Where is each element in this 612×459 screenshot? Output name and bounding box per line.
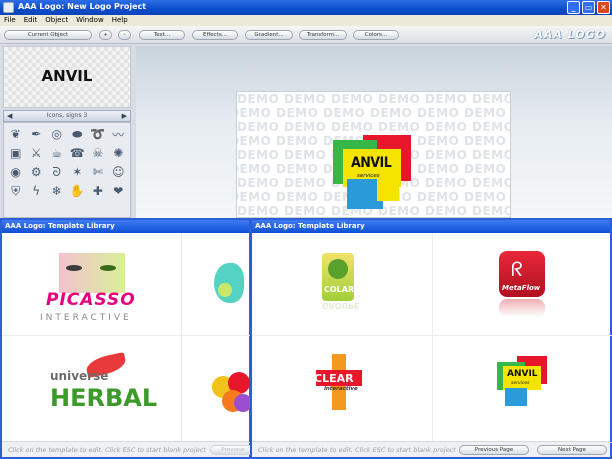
picasso-left-eye [66,265,82,271]
icon-gallery: ❦ ✒ ◎ ⬬ ➰ 〰 ▣ ⚔ ☕ ☎ ☠ ✺ ◉ ⚙ ᘐ ✶ ✄ ☺ ⛨ ϟ … [3,122,131,218]
anvil-name: ANVIL [507,369,538,379]
logo-subtitle: services [357,173,380,179]
dialog-footer: Click on the template to edit. Click ESC… [2,441,256,457]
colart-hand-icon [328,259,348,279]
gallery-shield-icon[interactable]: ⛨ [6,182,26,200]
next-page-button[interactable]: Next Page [537,445,607,455]
dialog-footer: Click on the template to edit. Click ESC… [252,441,610,457]
gallery-ring-icon[interactable]: ◎ [47,125,67,143]
menu-help[interactable]: Help [112,15,128,26]
icon-category-label: Icons, signs 3 [46,112,88,119]
remove-object-button[interactable]: - [118,30,131,40]
demo-watermark-row: DEMO DEMO DEMO DEMO DEMO DEMO [237,106,507,120]
menu-file[interactable]: File [4,15,16,26]
gallery-cross-icon[interactable]: ✚ [88,182,108,200]
gallery-wheel-icon[interactable]: ✺ [109,144,129,162]
add-object-button[interactable]: + [99,30,112,40]
maximize-icon[interactable]: ▭ [582,1,595,14]
logo-yellow-corner [377,179,399,201]
metaflow-figure-icon: ᖇ [511,257,523,281]
object-preview: ANVIL [3,46,131,108]
demo-watermark-row: DEMO DEMO DEMO DEMO DEMO DEMO [237,92,511,106]
template-library-dialog-back: AAA Logo: Template Library PICASSO INTER… [0,218,256,459]
picasso-sub: INTERACTIVE [40,313,132,323]
gallery-swirl-icon[interactable]: ➰ [88,125,108,143]
menu-window[interactable]: Window [76,15,104,26]
gallery-scissors-icon[interactable]: ✄ [88,163,108,181]
dialog-hint: Click on the template to edit. Click ESC… [8,446,206,454]
menu-bar: File Edit Object Window Help [0,15,612,26]
picasso-face-graphic [59,253,125,293]
gallery-bolt-icon[interactable]: ϟ [27,182,47,200]
colart-name: COLART [324,285,360,294]
template-colart[interactable]: COLART GROUPE [252,233,433,336]
picasso-name: PICASSO [46,290,136,310]
gallery-sword-icon[interactable]: ⚔ [27,144,47,162]
gallery-heart-icon[interactable]: ❤ [109,182,129,200]
window-title: AAA Logo: New Logo Project [18,2,147,11]
app-icon [3,2,14,13]
toolbar: Current Object + - Text... Effects... Gr… [0,26,612,44]
template-hand[interactable] [182,233,253,336]
current-object-button[interactable]: Current Object [4,30,92,40]
icon-category-selector[interactable]: ◀ Icons, signs 3 ▶ [3,110,131,122]
gallery-leaf-icon[interactable]: ❦ [6,125,26,143]
gallery-wave-icon[interactable]: 〰 [109,125,129,143]
effects-button[interactable]: Effects... [192,30,238,40]
menu-object[interactable]: Object [45,15,68,26]
previous-page-button[interactable]: Previous Page [459,445,529,455]
text-button[interactable]: Text... [139,30,185,40]
template-flower[interactable] [182,336,253,443]
template-anvil[interactable]: ANVIL services [433,336,612,443]
anvil-blue-square [505,388,527,406]
gallery-gear-icon[interactable]: ⚙ [27,163,47,181]
metaflow-reflection [499,299,545,317]
gallery-spiral-icon[interactable]: ᘐ [47,163,67,181]
logo-word: ANVIL [351,155,392,171]
gallery-pen-icon[interactable]: ✒ [27,125,47,143]
dialog-title: AAA Logo: Template Library [252,220,610,233]
category-next-icon[interactable]: ▶ [122,112,127,120]
brand-logo: AAA LOGO [534,28,606,41]
gallery-phone-icon[interactable]: ☎ [68,144,88,162]
clear-sub: interactive [324,386,358,392]
transform-button[interactable]: Transform... [299,30,347,40]
template-picasso[interactable]: PICASSO INTERACTIVE [2,233,182,336]
gallery-car-icon[interactable]: ▣ [6,144,26,162]
gallery-fish-icon[interactable]: ◉ [6,163,26,181]
gallery-skull-icon[interactable]: ☠ [88,144,108,162]
hand-graphic [214,263,244,303]
dialog-title: AAA Logo: Template Library [2,220,249,233]
colors-button[interactable]: Colors... [353,30,399,40]
herbal-name: HERBAL [50,384,158,412]
anvil-sub: services [511,381,530,386]
metaflow-name: MetaFlow [502,284,541,292]
gallery-cup-icon[interactable]: ☕ [47,144,67,162]
gallery-hand-icon[interactable]: ✋ [68,182,88,200]
close-icon[interactable]: ✕ [597,1,610,14]
colart-sub: GROUPE [322,301,360,310]
picasso-right-eye [100,265,116,271]
gallery-snowflake-icon[interactable]: ❄ [47,182,67,200]
template-metaflow[interactable]: ᖇ MetaFlow [433,233,612,336]
canvas-anvil-logo[interactable]: ANVIL services [333,135,413,210]
template-herbal[interactable]: universe HERBAL [2,336,182,443]
template-library-dialog: AAA Logo: Template Library COLART GROUPE… [250,218,612,459]
gallery-drop-icon[interactable]: ⬬ [68,125,88,143]
minimize-icon[interactable]: _ [567,1,580,14]
menu-edit[interactable]: Edit [24,15,38,26]
preview-text: ANVIL [41,67,93,85]
demo-watermark-row: DEMO DEMO DEMO DEMO DEMO DEMO [237,120,511,134]
clear-name: CLEAR [314,372,354,385]
main-titlebar: AAA Logo: New Logo Project _ ▭ ✕ [0,0,612,15]
gallery-star-icon[interactable]: ✶ [68,163,88,181]
template-clear[interactable]: CLEAR interactive [252,336,433,443]
dialog-hint: Click on the template to edit. Click ESC… [258,446,456,454]
gallery-face-icon[interactable]: ☺ [109,163,129,181]
herbal-sub: universe [50,369,109,383]
hand-accent [218,283,232,297]
gradient-button[interactable]: Gradient... [245,30,293,40]
